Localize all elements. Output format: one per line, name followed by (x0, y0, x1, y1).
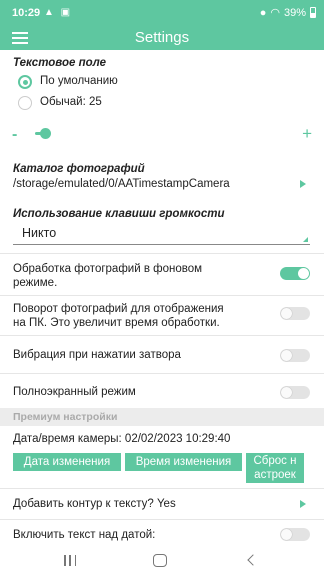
premium-section-header: Премиум настройки (0, 408, 324, 426)
battery-percent: 39% (283, 6, 306, 19)
toggle-vibration[interactable] (280, 349, 310, 362)
volume-key-dropdown[interactable]: Никто (13, 222, 310, 245)
location-icon: ● (259, 6, 267, 19)
camera-datetime: Дата/время камеры: 02/02/2023 10:29:40 (13, 433, 231, 445)
settings-screen: 10:29 ▲ ▣ ● ◠ 39% Settings Текстовое пол… (0, 0, 324, 576)
status-bar: 10:29 ▲ ▣ ● ◠ 39% (0, 0, 324, 26)
system-nav-bar (0, 545, 324, 576)
divider (0, 373, 324, 374)
radio-custom[interactable] (18, 96, 32, 110)
home-icon[interactable] (153, 554, 167, 567)
add-outline-arrow-icon[interactable] (300, 500, 306, 508)
toggle-rotate-label: Поворот фотографий для отображения на ПК… (13, 303, 224, 329)
toggle-background-label: Обработка фотографий в фоновом режиме. (13, 263, 203, 289)
change-date-button[interactable]: Дата изменения (13, 453, 121, 471)
status-time: 10:29 (12, 7, 41, 19)
back-icon[interactable] (247, 554, 259, 566)
reset-settings-button[interactable]: Сброс н астроек (246, 453, 304, 483)
photo-dir-arrow-icon[interactable] (300, 180, 306, 188)
change-time-button[interactable]: Время изменения (125, 453, 242, 471)
size-slider-thumb[interactable] (40, 128, 51, 139)
divider (0, 488, 324, 489)
increase-button[interactable]: + (302, 124, 312, 144)
toggle-fullscreen-label: Полноэкранный режим (13, 386, 136, 398)
status-icons-right: ● ◠ 39% (260, 6, 316, 19)
text-above-date-label: Включить текст над датой: (13, 529, 156, 541)
toggle-rotate-photos[interactable] (280, 307, 310, 320)
page-title: Settings (134, 29, 190, 46)
recent-apps-icon[interactable] (64, 555, 76, 566)
divider (0, 295, 324, 296)
volume-key-value: Никто (22, 226, 57, 240)
divider (0, 253, 324, 254)
app-bar: Settings (0, 26, 324, 50)
wifi-icon: ◠ (270, 7, 280, 19)
toggle-background-processing[interactable] (280, 267, 310, 280)
dropdown-arrow-icon (303, 237, 308, 242)
toggle-text-above-date[interactable] (280, 528, 310, 541)
decrease-button[interactable]: - (12, 126, 17, 144)
add-outline-label[interactable]: Добавить контур к тексту? Yes (13, 498, 176, 510)
radio-custom-label[interactable]: Обычай: 25 (40, 96, 102, 108)
divider (0, 519, 324, 520)
notification-icons: ▲ ▣ (44, 7, 73, 18)
radio-default-label[interactable]: По умолчанию (40, 75, 118, 87)
toggle-fullscreen[interactable] (280, 386, 310, 399)
divider (0, 335, 324, 336)
text-field-heading: Текстовое поле (13, 57, 107, 69)
photo-dir-heading: Каталог фотографий (13, 163, 145, 175)
radio-default[interactable] (18, 75, 32, 89)
toggle-vibration-label: Вибрация при нажатии затвора (13, 349, 181, 361)
battery-icon (310, 7, 316, 18)
volume-key-heading: Использование клавиши громкости (13, 208, 225, 220)
photo-dir-path[interactable]: /storage/emulated/0/AATimestampCamera (13, 178, 230, 190)
